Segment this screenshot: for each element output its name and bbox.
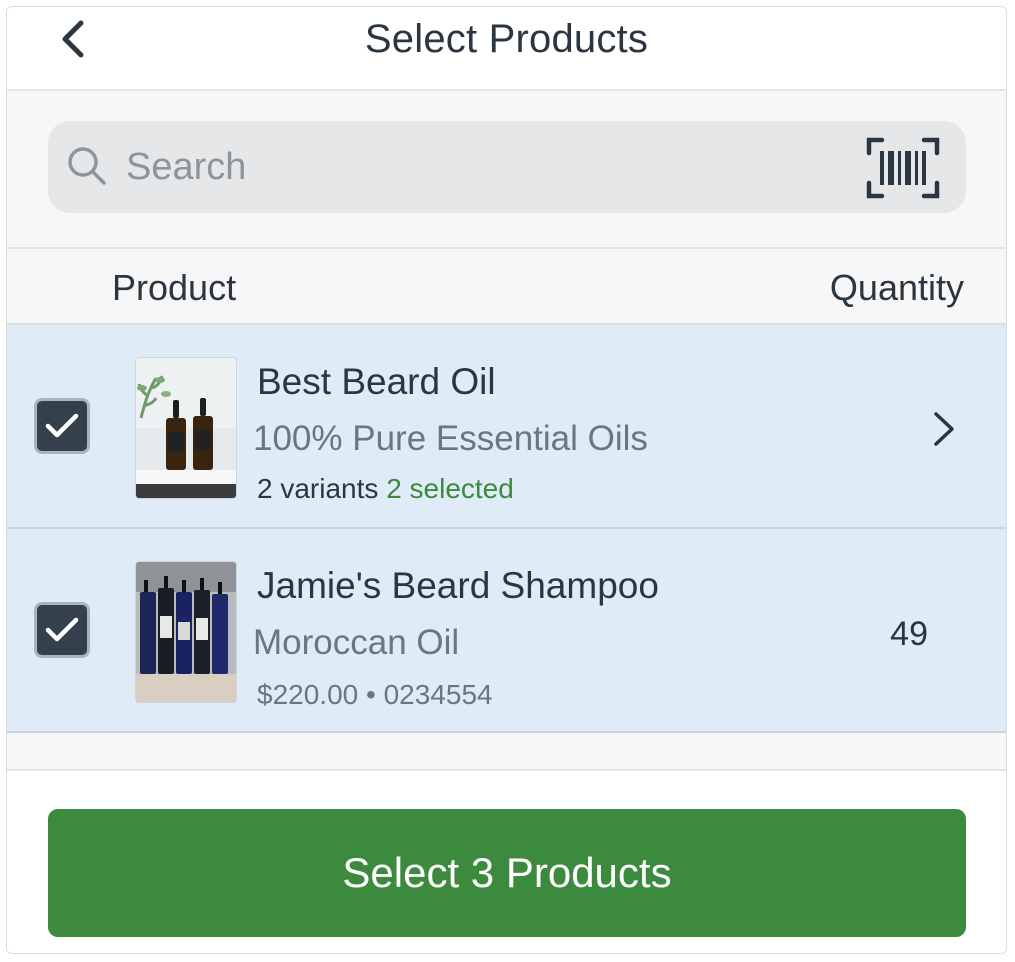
product-row[interactable]: Jamie's Beard Shampoo Moroccan Oil $220.… — [7, 529, 1006, 733]
meta-separator: • — [366, 679, 376, 710]
product-price: $220.00 — [257, 679, 359, 710]
product-column-label: Product — [112, 267, 237, 308]
barcode-scan-icon[interactable] — [866, 137, 940, 199]
checkmark-icon — [45, 413, 79, 438]
quantity-column-label: Quantity — [829, 267, 964, 308]
list-spacer — [7, 733, 1006, 771]
product-thumbnail — [135, 357, 237, 499]
select-products-button[interactable]: Select 3 Products — [48, 809, 966, 937]
search-input[interactable] — [124, 135, 808, 199]
product-subtitle: 100% Pure Essential Oils — [253, 419, 648, 458]
product-subtitle: Moroccan Oil — [253, 623, 460, 662]
product-name: Jamie's Beard Shampoo — [257, 565, 659, 606]
product-name: Best Beard Oil — [257, 361, 496, 402]
app-screen: Select Products Search Product Quantity … — [6, 6, 1007, 954]
product-checkbox[interactable] — [34, 602, 90, 658]
price-sku-info: $220.00 • 0234554 — [257, 679, 493, 711]
page-title: Select Products — [364, 17, 649, 61]
product-row[interactable]: Best Beard Oil 100% Pure Essential Oils … — [7, 325, 1006, 529]
footer: Select 3 Products — [7, 771, 1006, 953]
variant-info: 2 variants 2 selected — [257, 473, 514, 505]
search-section — [7, 91, 1006, 249]
product-checkbox[interactable] — [34, 398, 90, 454]
variant-count: 2 variants — [257, 473, 379, 504]
checkmark-icon — [45, 617, 79, 642]
product-thumbnail — [135, 561, 237, 703]
product-sku: 0234554 — [383, 679, 493, 710]
selected-count: 2 selected — [386, 473, 514, 504]
quantity-value: 49 — [890, 615, 928, 653]
column-header: Product Quantity — [7, 249, 1006, 325]
search-icon — [68, 147, 106, 185]
top-bar: Select Products — [7, 7, 1006, 91]
chevron-right-icon[interactable] — [930, 409, 958, 449]
search-bar — [48, 121, 966, 213]
